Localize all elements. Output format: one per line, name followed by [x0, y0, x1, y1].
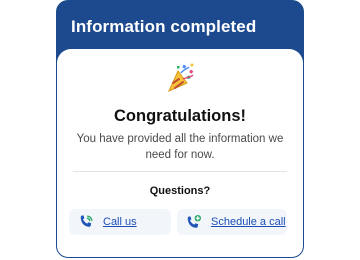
call-us-link[interactable]: Call us [103, 216, 137, 228]
info-completed-card: Information completed Congratulations! Y… [56, 0, 304, 258]
card-body: Congratulations! You have provided all t… [57, 49, 303, 257]
congratulations-title: Congratulations! [114, 107, 246, 125]
card-header: Information completed [57, 1, 303, 53]
party-popper-icon [57, 61, 303, 100]
schedule-call-link[interactable]: Schedule a call [211, 216, 286, 228]
completion-description: You have provided all the information we… [76, 133, 284, 161]
phone-call-icon [77, 213, 95, 231]
questions-label: Questions? [149, 185, 211, 197]
header-title: Information completed [71, 17, 257, 36]
call-us-button[interactable]: Call us [69, 209, 171, 235]
schedule-call-button[interactable]: Schedule a call [177, 209, 287, 235]
divider [73, 171, 287, 172]
phone-add-icon [185, 213, 203, 231]
